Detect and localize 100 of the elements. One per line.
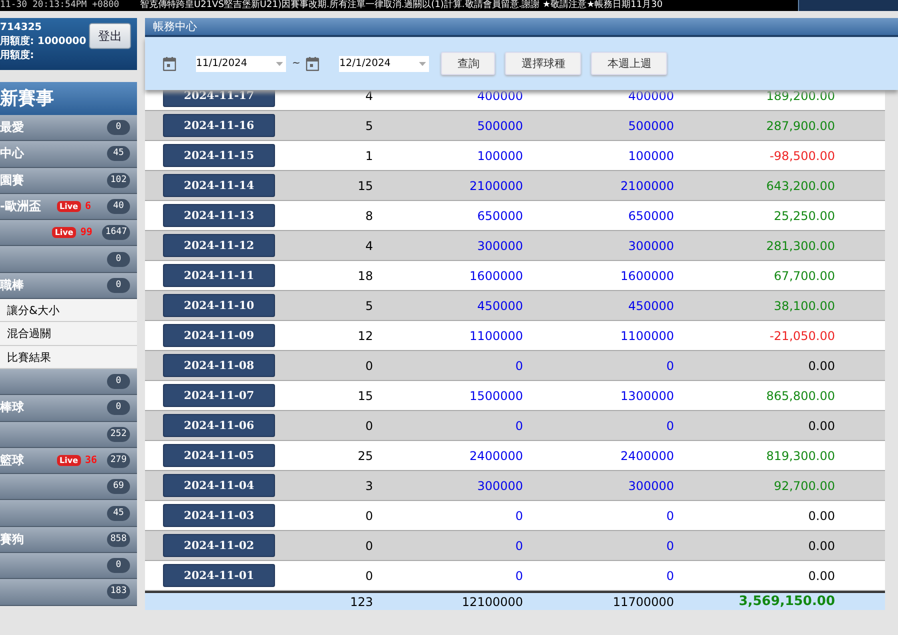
table-cell-text: 300000 bbox=[476, 478, 523, 492]
table-cell-text: 0 bbox=[514, 418, 523, 432]
date-button[interactable]: 2024-11-17 bbox=[163, 90, 275, 107]
calendar-icon[interactable] bbox=[163, 56, 176, 70]
date-button[interactable]: 2024-11-07 bbox=[163, 384, 275, 407]
event-count: 0 bbox=[107, 374, 130, 390]
table-cell-text: 500000 bbox=[627, 118, 674, 132]
table-cell-text: 450000 bbox=[627, 298, 674, 312]
event-count: 40 bbox=[107, 199, 130, 214]
sport-menu-item[interactable]: -歐洲盃 Live 6 40 bbox=[0, 194, 137, 220]
date-button[interactable]: 2024-11-13 bbox=[163, 204, 275, 227]
clock-text: 11-30 20:13:54PM +0800 bbox=[0, 0, 120, 11]
date-button[interactable]: 2024-11-10 bbox=[163, 294, 275, 317]
date-button[interactable]: 2024-11-15 bbox=[163, 144, 275, 167]
sport-menu-item[interactable]: 職棒 0 bbox=[0, 272, 137, 300]
sport-menu-item[interactable]: 中心 45 bbox=[0, 141, 137, 168]
sport-menu-item[interactable]: 183 bbox=[0, 579, 137, 606]
table-cell-text: 5 bbox=[364, 118, 373, 132]
event-count: 0 bbox=[107, 252, 130, 267]
table-cell-text: 1300000 bbox=[620, 388, 674, 402]
table-cell-text: 650000 bbox=[627, 208, 674, 222]
account-id: 714325 bbox=[0, 21, 43, 35]
sport-menu-item[interactable]: Live 99 1647 bbox=[0, 220, 137, 246]
table-cell-text: 865,800.00 bbox=[765, 388, 835, 402]
live-count: 6 bbox=[85, 201, 92, 212]
submenu-item[interactable]: 讓分&大小 bbox=[0, 299, 137, 322]
sport-menu-item[interactable]: 棒球 0 bbox=[0, 395, 137, 422]
date-button[interactable]: 2024-11-12 bbox=[163, 234, 275, 257]
date-button[interactable]: 2024-11-06 bbox=[163, 414, 275, 437]
table-cell-text: 0 bbox=[364, 538, 373, 552]
date-button[interactable]: 2024-11-03 bbox=[163, 504, 275, 527]
table-cell-text: 0 bbox=[514, 508, 523, 522]
table-cell-text: 450000 bbox=[476, 298, 523, 312]
filter-button[interactable]: 選擇球種 bbox=[505, 52, 582, 75]
date-button[interactable]: 2024-11-01 bbox=[163, 564, 275, 587]
event-count: 0 bbox=[107, 278, 130, 293]
date-button[interactable]: 2024-11-11 bbox=[163, 264, 275, 287]
table-cell-text: 287,900.00 bbox=[765, 118, 835, 132]
date-button[interactable]: 2024-11-02 bbox=[163, 534, 275, 557]
date-button[interactable]: 2024-11-04 bbox=[163, 474, 275, 497]
table-cell-text: 0 bbox=[665, 538, 674, 552]
sport-menu-item[interactable]: 0 bbox=[0, 246, 137, 273]
balance-line: 用額度: bbox=[0, 49, 35, 63]
table-cell-text: 3 bbox=[364, 478, 373, 492]
table-cell-text: 67,700.00 bbox=[772, 268, 835, 282]
table-cell-text: 300000 bbox=[627, 238, 674, 252]
table-cell-text: 189,200.00 bbox=[765, 90, 835, 102]
table-cell-text: 18 bbox=[356, 268, 373, 282]
table-cell-text: 300000 bbox=[627, 478, 674, 492]
sport-menu-item[interactable]: 252 bbox=[0, 422, 137, 448]
table-cell-text: 0.00 bbox=[807, 568, 835, 582]
table-cell-text: 400000 bbox=[476, 90, 523, 102]
calendar-icon[interactable] bbox=[306, 56, 320, 70]
table-cell-text: 0 bbox=[665, 508, 674, 522]
date-button[interactable]: 2024-11-14 bbox=[163, 174, 275, 197]
table-cell-text: 25,250.00 bbox=[772, 208, 835, 222]
sport-menu-item[interactable]: 最愛 0 bbox=[0, 115, 137, 142]
table-cell-text: 0 bbox=[364, 418, 373, 432]
sport-menu-item[interactable]: 0 bbox=[0, 368, 137, 396]
date-button[interactable]: 2024-11-08 bbox=[163, 354, 275, 377]
table-cell-text: 0.00 bbox=[807, 418, 835, 432]
date-button[interactable]: 2024-11-16 bbox=[163, 114, 275, 137]
table-cell-text: 0.00 bbox=[807, 508, 835, 522]
table-cell-text: 0 bbox=[514, 568, 523, 582]
start-date-field[interactable]: 11/1/2024 bbox=[196, 56, 286, 72]
range-separator: ~ bbox=[292, 58, 300, 69]
submenu-item[interactable]: 混合過關 bbox=[0, 322, 137, 346]
live-badge: Live bbox=[56, 455, 81, 466]
live-count: 36 bbox=[85, 455, 98, 466]
sport-menu-item[interactable]: 園賽 102 bbox=[0, 168, 137, 194]
table-cell-text: 0 bbox=[364, 508, 373, 522]
end-date-field[interactable]: 12/1/2024 bbox=[339, 56, 430, 72]
table-cell-text: 15 bbox=[356, 178, 373, 192]
event-count: 183 bbox=[107, 584, 130, 600]
table-cell-text: 0 bbox=[514, 538, 523, 552]
event-count: 858 bbox=[107, 532, 130, 547]
submenu-item[interactable]: 比賽結果 bbox=[0, 346, 137, 369]
sport-menu-item[interactable]: 賽狗 858 bbox=[0, 526, 137, 554]
total-cell-text: 3,569,150.00 bbox=[738, 594, 835, 609]
table-cell-text: 400000 bbox=[627, 90, 674, 102]
sport-menu-item[interactable]: 籃球 Live 36 279 bbox=[0, 448, 137, 474]
panel-title: 帳務中心 bbox=[145, 18, 898, 37]
table-cell-text: 819,300.00 bbox=[765, 448, 835, 462]
table-cell-text: 100000 bbox=[476, 148, 523, 162]
filter-button[interactable]: 本週上週 bbox=[591, 52, 668, 75]
table-cell-text: 1600000 bbox=[620, 268, 674, 282]
table-cell-text: 8 bbox=[364, 208, 373, 222]
date-button[interactable]: 2024-11-09 bbox=[163, 324, 275, 347]
logout-button[interactable]: 登出 bbox=[89, 23, 131, 49]
total-cell-text: 123 bbox=[349, 594, 373, 608]
date-button[interactable]: 2024-11-05 bbox=[163, 444, 275, 467]
event-count: 0 bbox=[107, 558, 130, 574]
sport-menu-item[interactable]: 69 bbox=[0, 474, 137, 500]
sidebar-title: 新賽事 bbox=[0, 82, 137, 115]
sport-menu-item[interactable]: 0 bbox=[0, 553, 137, 580]
table-cell-text: 0 bbox=[364, 358, 373, 372]
sport-menu-item[interactable]: 45 bbox=[0, 500, 137, 527]
table-cell-text: -98,500.00 bbox=[768, 148, 835, 162]
table-cell-text: 2400000 bbox=[620, 448, 674, 462]
filter-button[interactable]: 查詢 bbox=[441, 52, 496, 75]
